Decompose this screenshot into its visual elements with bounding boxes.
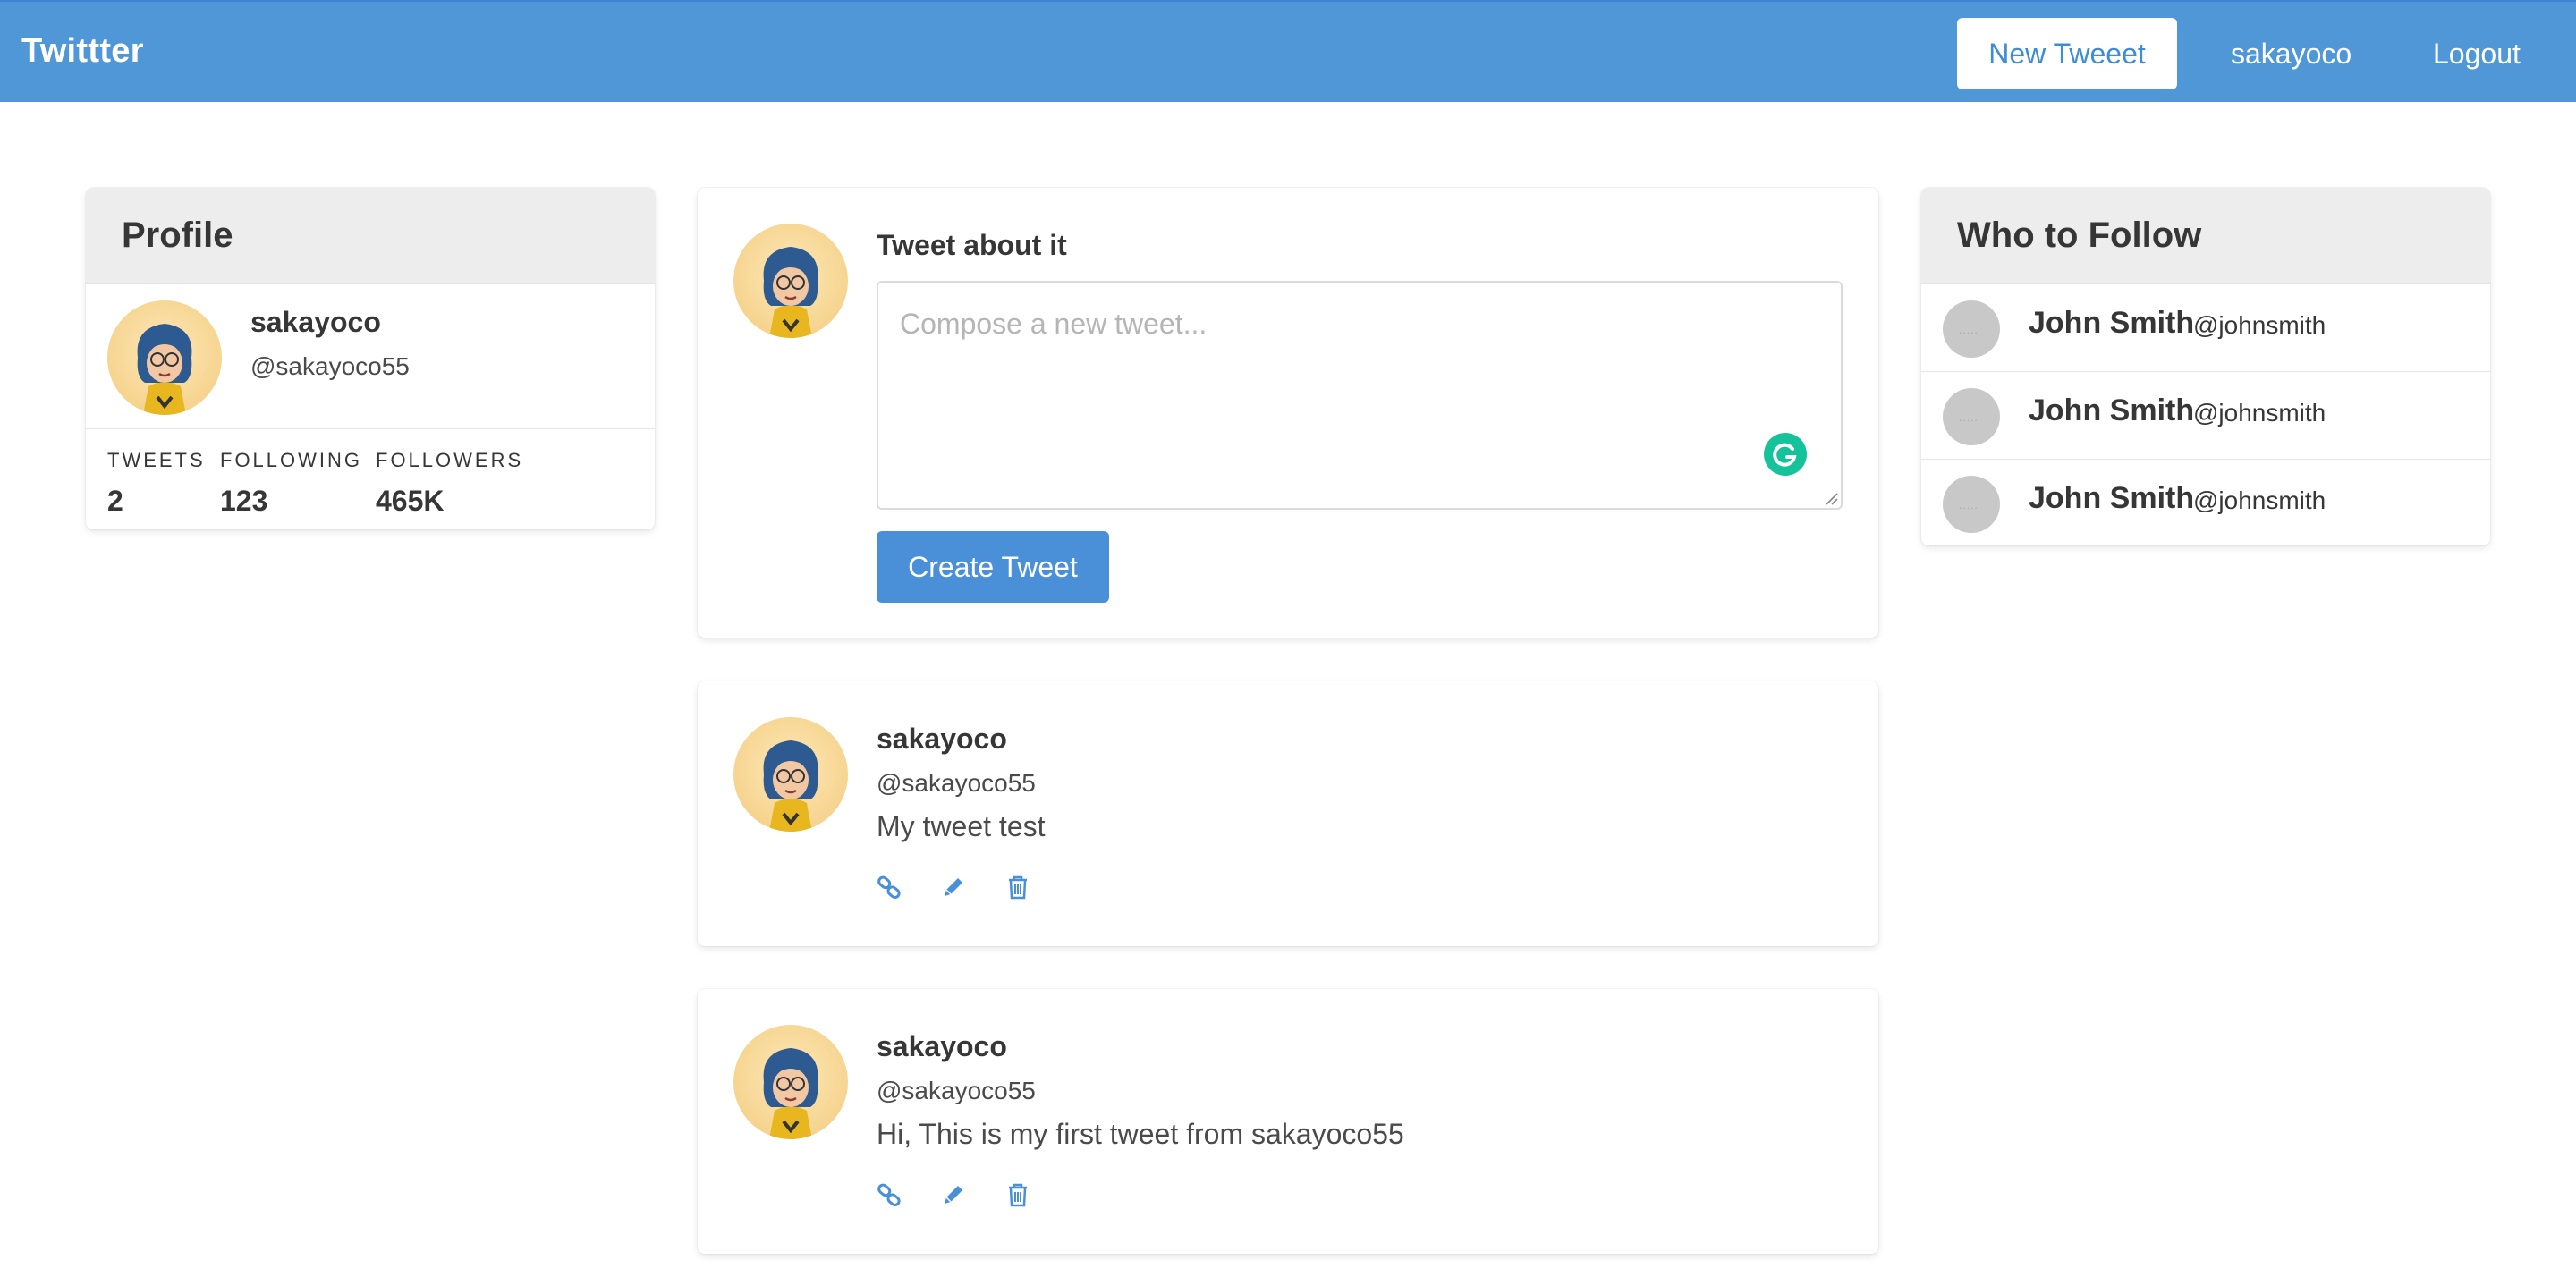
- profile-card: Profile sakayoco @sakayoco55 TWEETS 2 FO…: [86, 188, 655, 529]
- avatar: [733, 717, 848, 832]
- link-icon[interactable]: [871, 1177, 907, 1213]
- avatar: [107, 300, 222, 415]
- tweet-author-name: sakayoco: [877, 1030, 1007, 1062]
- follow-item[interactable]: ..... John Smith @johnsmith: [1921, 460, 2490, 545]
- trash-icon[interactable]: [1000, 869, 1036, 905]
- stat-followers: FOLLOWERS 465K: [376, 449, 523, 518]
- stat-label: FOLLOWING: [220, 449, 363, 471]
- tweet-author-name: sakayoco: [877, 723, 1007, 755]
- follow-avatar: .....: [1943, 300, 2000, 358]
- who-to-follow-card: Who to Follow ..... John Smith @johnsmit…: [1921, 188, 2490, 545]
- follow-handle: @johnsmith: [2193, 486, 2326, 514]
- tweet-text: Hi, This is my first tweet from sakayoco…: [877, 1118, 1404, 1150]
- pencil-icon[interactable]: [936, 1177, 971, 1213]
- stat-label: TWEETS: [107, 449, 206, 471]
- pencil-icon[interactable]: [936, 869, 971, 905]
- follow-name[interactable]: John Smith: [2029, 393, 2194, 428]
- profile-stats: TWEETS 2 FOLLOWING 123 FOLLOWERS 465K: [86, 429, 655, 528]
- grammarly-icon[interactable]: [1764, 433, 1807, 476]
- tweet-text: My tweet test: [877, 810, 1046, 842]
- create-tweet-button[interactable]: Create Tweet: [877, 531, 1109, 603]
- follow-name[interactable]: John Smith: [2029, 481, 2194, 516]
- trash-icon[interactable]: [1000, 1177, 1036, 1213]
- avatar-image: [137, 324, 192, 415]
- follow-item[interactable]: ..... John Smith @johnsmith: [1921, 284, 2490, 372]
- stat-value: 2: [107, 485, 123, 517]
- link-icon[interactable]: [871, 869, 907, 905]
- stat-label: FOLLOWERS: [376, 449, 524, 471]
- follow-handle: @johnsmith: [2193, 399, 2326, 427]
- logout-link[interactable]: Logout: [2433, 38, 2521, 71]
- avatar-image: [763, 247, 818, 338]
- tweet-card: sakayoco @sakayoco55 My tweet test: [698, 681, 1878, 946]
- follow-avatar: .....: [1943, 476, 2000, 533]
- tweet-author-handle: @sakayoco55: [877, 769, 1036, 797]
- stat-following: FOLLOWING 123: [220, 449, 362, 518]
- follow-avatar: .....: [1943, 388, 2000, 445]
- stat-tweets: TWEETS 2: [107, 449, 206, 518]
- follow-handle: @johnsmith: [2193, 311, 2326, 339]
- resize-grip-icon[interactable]: [1823, 490, 1839, 506]
- compose-placeholder: Compose a new tweet...: [900, 308, 1208, 340]
- follow-item[interactable]: ..... John Smith @johnsmith: [1921, 372, 2490, 460]
- brand-logo[interactable]: Twittter: [21, 32, 144, 71]
- avatar: [733, 1025, 848, 1139]
- profile-body: sakayoco @sakayoco55: [86, 284, 655, 429]
- avatar-image: [763, 740, 818, 832]
- profile-header: Profile: [86, 188, 655, 284]
- profile-name: sakayoco: [250, 306, 381, 338]
- tweet-author-handle: @sakayoco55: [877, 1077, 1036, 1104]
- compose-title: Tweet about it: [877, 229, 1067, 261]
- new-tweet-button[interactable]: New Tweeet: [1957, 18, 2177, 89]
- avatar-image: [763, 1048, 818, 1139]
- avatar: [733, 224, 848, 338]
- follow-name[interactable]: John Smith: [2029, 306, 2194, 341]
- navbar: Twittter New Tweeet sakayoco Logout: [0, 0, 2576, 102]
- compose-textarea[interactable]: Compose a new tweet...: [877, 281, 1843, 510]
- compose-card: Tweet about it Compose a new tweet... Cr…: [698, 188, 1878, 638]
- stat-value: 123: [220, 485, 268, 517]
- who-to-follow-header: Who to Follow: [1921, 188, 2490, 284]
- stat-value: 465K: [376, 485, 445, 517]
- profile-handle: @sakayoco55: [250, 352, 410, 380]
- tweet-card: sakayoco @sakayoco55 Hi, This is my firs…: [698, 989, 1878, 1254]
- nav-user-link[interactable]: sakayoco: [2231, 38, 2351, 71]
